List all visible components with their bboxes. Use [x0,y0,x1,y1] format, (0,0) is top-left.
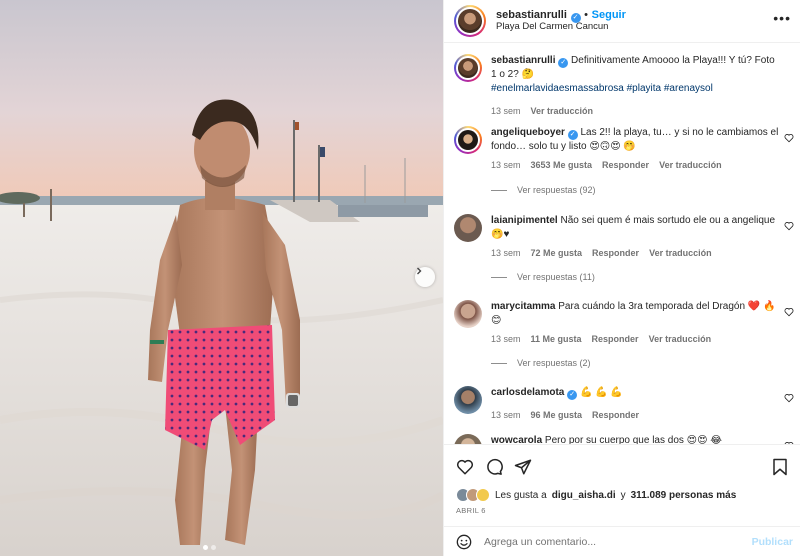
comment-icon[interactable] [485,458,503,476]
caption-avatar[interactable] [454,54,482,82]
view-replies-label: Ver respuestas (2) [517,358,591,368]
comment-text: 💪 💪 💪 [579,387,623,398]
comment-avatar[interactable] [454,386,482,414]
verified-icon: ✓ [558,58,569,68]
comment-time[interactable]: 13 sem [491,246,521,260]
translate-link[interactable]: Ver traducción [531,104,594,118]
comment-time[interactable]: 13 sem [491,158,521,172]
comment-likes[interactable]: 11 Me gusta [531,332,582,346]
emoji-icon[interactable] [456,534,472,550]
post-actions: Les gusta a digu_aisha.di y 311.089 pers… [444,444,800,556]
carousel-dots [203,545,216,550]
comment-username[interactable]: wowcarola [491,435,542,444]
liker-username[interactable]: digu_aisha.di [552,490,616,501]
comment-avatar[interactable] [454,126,482,154]
post-photo[interactable] [0,0,443,556]
comments-list[interactable]: sebastianrulli ✓ Definitivamente Amoooo … [444,44,800,444]
comment-avatar[interactable] [454,300,482,328]
view-replies-label: Ver respuestas (11) [517,272,595,282]
likes-prefix: Les gusta a [495,489,547,501]
heart-icon[interactable] [784,133,794,143]
carousel-dot-active [203,545,208,550]
follow-button[interactable]: Seguir [592,9,626,21]
avatar [476,488,490,502]
view-replies-button[interactable]: Ver respuestas (92) [491,185,596,195]
liker-avatars [456,488,490,502]
reply-button[interactable]: Responder [592,246,639,260]
caption-hashtags[interactable]: #enelmarlavidaesmassabrosa #playita #are… [491,83,713,94]
bookmark-icon[interactable] [772,458,788,476]
caption-time[interactable]: 13 sem [491,104,521,118]
comment-time[interactable]: 13 sem [491,332,521,346]
view-replies-button[interactable]: Ver respuestas (11) [491,272,595,282]
more-icon: ••• [773,10,791,26]
heart-icon[interactable] [784,393,794,403]
comment-likes[interactable]: 96 Me gusta [531,408,583,422]
translate-link[interactable]: Ver traducción [649,332,712,346]
likes-summary: Les gusta a digu_aisha.di y 311.089 pers… [456,488,736,502]
reply-button[interactable]: Responder [592,332,639,346]
reply-button[interactable]: Responder [592,408,639,422]
comment-avatar[interactable] [454,434,482,444]
chevron-right-icon [417,267,422,275]
view-replies-button[interactable]: Ver respuestas (2) [491,358,591,368]
instagram-post-modal: sebastianrulli ✓ • Seguir Playa Del Carm… [0,0,800,556]
verified-icon: ✓ [567,390,578,400]
comment-avatar[interactable] [454,214,482,242]
likes-connector: y [620,489,626,501]
post-date[interactable]: ABRIL 6 [456,506,486,515]
comment-username[interactable]: carlosdelamota [491,387,564,398]
comment-text: Pero por su cuerpo que las dos 😍😍 😂 [544,435,722,444]
comment-input[interactable] [484,533,744,551]
more-options-button[interactable]: ••• [773,10,791,26]
translate-link[interactable]: Ver traducción [649,246,712,260]
add-comment-bar: Publicar [444,526,800,556]
publish-button[interactable]: Publicar [752,536,793,548]
heart-icon[interactable] [784,307,794,317]
heart-icon[interactable] [456,458,474,476]
caption-username[interactable]: sebastianrulli [491,55,555,66]
post-side-panel: sebastianrulli ✓ • Seguir Playa Del Carm… [443,0,800,556]
translate-link[interactable]: Ver traducción [659,158,722,172]
comment-likes[interactable]: 72 Me gusta [531,246,583,260]
view-replies-label: Ver respuestas (92) [517,185,596,195]
comment-time[interactable]: 13 sem [491,408,521,422]
post-header: sebastianrulli ✓ • Seguir Playa Del Carm… [444,0,800,43]
verified-icon: ✓ [567,130,578,140]
likes-count[interactable]: 311.089 personas más [631,490,737,501]
comment-username[interactable]: laianipimentel [491,215,558,226]
reply-button[interactable]: Responder [602,158,649,172]
comment-username[interactable]: angeliqueboyer [491,127,565,138]
carousel-dot [211,545,216,550]
author-username[interactable]: sebastianrulli [496,9,567,21]
comment-likes[interactable]: 3653 Me gusta [531,158,593,172]
beach-photo [0,0,443,556]
next-photo-button[interactable] [415,267,435,287]
post-location[interactable]: Playa Del Carmen Cancun [496,21,608,32]
heart-icon[interactable] [784,221,794,231]
share-icon[interactable] [514,458,532,476]
comment-username[interactable]: marycitamma [491,301,555,312]
author-avatar[interactable] [454,5,486,37]
